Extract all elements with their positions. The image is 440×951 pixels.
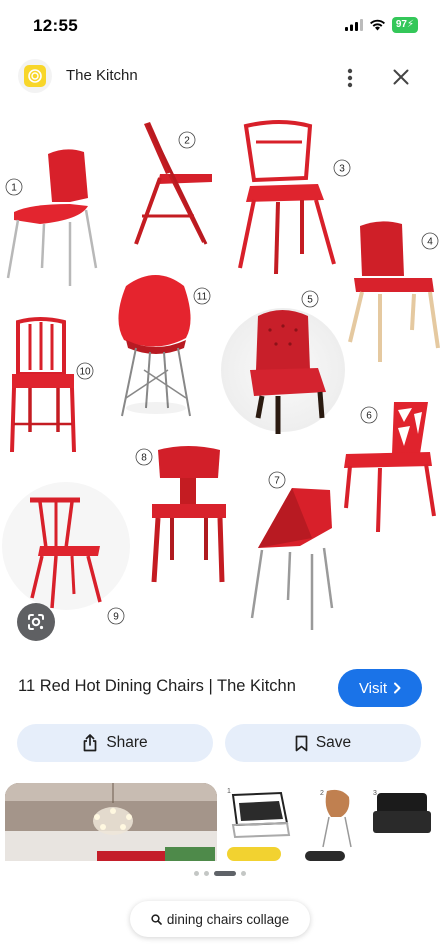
share-icon (83, 734, 97, 752)
chair-11 (118, 275, 191, 417)
visit-label: Visit (358, 679, 388, 697)
chair-10 (10, 317, 76, 453)
pager-indicator (0, 871, 440, 876)
more-vert-icon (347, 68, 353, 88)
bookmark-icon (295, 735, 308, 751)
related-image-chandelier[interactable] (5, 783, 217, 861)
chair-number-6: 6 (366, 411, 372, 422)
chair-number-1: 1 (11, 183, 17, 194)
save-label: Save (315, 734, 352, 751)
google-lens-button[interactable] (17, 603, 55, 641)
pager-dot-active (214, 871, 236, 876)
status-bar: 12:55 97⚡ (0, 0, 440, 52)
designer-chairs-image: 2 3 1 (223, 783, 440, 861)
pager-dot (194, 871, 199, 876)
related-number-3: 3 (373, 790, 377, 797)
chair-number-7: 7 (274, 476, 280, 487)
signal-icon (344, 19, 363, 31)
status-icons: 97⚡ (344, 17, 418, 33)
search-icon (151, 913, 162, 925)
kitchn-logo-icon[interactable] (18, 59, 52, 93)
chair-1 (6, 149, 98, 286)
chair-number-8: 8 (141, 453, 147, 464)
chair-number-3: 3 (339, 164, 345, 175)
result-header: The Kitchn (0, 56, 440, 100)
share-button[interactable]: Share (17, 724, 213, 762)
related-number-2: 2 (320, 790, 324, 797)
search-query-label: dining chairs collage (166, 911, 290, 927)
chair-5 (221, 308, 345, 434)
chair-number-4: 4 (427, 237, 433, 248)
chair-3 (238, 120, 336, 275)
chair-number-11: 11 (197, 292, 208, 303)
chair-number-2: 2 (184, 136, 190, 147)
wifi-icon (369, 19, 385, 31)
chevron-right-icon (394, 682, 401, 694)
related-images: 2 3 1 (0, 783, 440, 861)
related-number-1: 1 (227, 788, 231, 795)
more-options-button[interactable] (340, 64, 360, 92)
chair-number-5: 5 (307, 295, 313, 306)
chair-8 (151, 446, 226, 583)
status-time: 12:55 (33, 16, 78, 35)
save-button[interactable]: Save (225, 724, 421, 762)
site-name[interactable]: The Kitchn (66, 67, 138, 84)
share-label: Share (106, 734, 148, 751)
close-button[interactable] (390, 66, 412, 88)
chair-6 (344, 402, 436, 533)
pager-dot (204, 871, 209, 876)
battery-indicator: 97⚡ (391, 17, 418, 33)
main-result-image[interactable]: 1 2 3 4 5 6 7 8 9 10 11 (0, 108, 440, 648)
google-lens-icon (28, 614, 44, 630)
search-query-chip[interactable]: dining chairs collage (130, 901, 310, 937)
chair-number-10: 10 (79, 367, 91, 378)
chair-2 (134, 122, 212, 245)
visit-button[interactable]: Visit (338, 669, 422, 707)
result-title[interactable]: 11 Red Hot Dining Chairs | The Kitchn (18, 677, 296, 696)
chandelier-dining-room-image (5, 783, 217, 861)
battery-level: 97 (395, 19, 407, 30)
red-chairs-collage: 1 2 3 4 5 6 7 8 9 10 11 (2, 120, 440, 630)
close-icon (393, 69, 409, 85)
chair-number-9: 9 (113, 612, 119, 623)
related-image-chairs[interactable]: 2 3 1 (223, 783, 440, 861)
chair-9 (2, 482, 130, 610)
chair-7 (250, 488, 334, 630)
pager-dot (241, 871, 246, 876)
